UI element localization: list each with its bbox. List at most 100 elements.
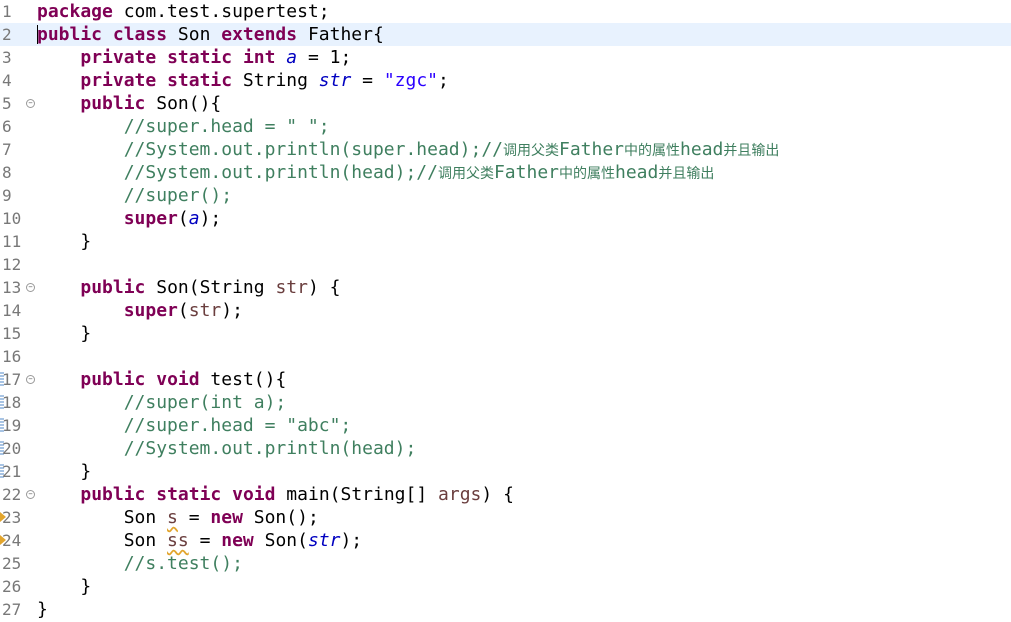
code-line[interactable]: 15 } — [0, 322, 1011, 345]
code-line[interactable]: 20 //System.out.println(head); — [0, 437, 1011, 460]
line-number: 6 — [2, 117, 12, 136]
code-content[interactable]: public class Son extends Father{ — [37, 23, 384, 46]
code-line[interactable]: 21 } — [0, 460, 1011, 483]
comment-text: //super.head = "abc"; — [37, 415, 352, 436]
code-line[interactable]: 1 package com.test.supertest; — [0, 0, 1011, 23]
code-content[interactable]: //super.head = " "; — [37, 115, 330, 138]
comment-text: //s.test(); — [37, 553, 243, 574]
code-line[interactable]: 13− public Son(String str) { — [0, 276, 1011, 299]
comment-text: 并且输出 — [658, 166, 715, 182]
keyword-token: static — [167, 70, 233, 91]
line-gutter: 12 — [0, 253, 34, 276]
code-content[interactable]: } — [37, 598, 48, 621]
fold-collapse-icon[interactable]: − — [26, 99, 35, 108]
code-content[interactable]: //System.out.println(super.head);//调用父类F… — [37, 138, 780, 163]
comment-text: //super(); — [37, 185, 233, 206]
code-content[interactable]: Son ss = new Son(str); — [37, 529, 362, 552]
keyword-token: static — [167, 47, 233, 68]
code-content[interactable]: } — [37, 322, 91, 345]
code-line[interactable]: 25 //s.test(); — [0, 552, 1011, 575]
code-text: } — [37, 461, 92, 482]
code-content[interactable]: //System.out.println(head); — [37, 437, 417, 460]
code-content[interactable]: public void test(){ — [37, 368, 286, 391]
comment-text: //super.head = " "; — [37, 116, 330, 137]
code-content[interactable]: //s.test(); — [37, 552, 243, 575]
code-line[interactable]: 4 private static String str = "zgc"; — [0, 69, 1011, 92]
line-number: 14 — [2, 301, 22, 320]
line-gutter: 7 — [0, 138, 34, 161]
local-variable: args — [438, 484, 482, 505]
keyword-token: package — [37, 1, 113, 22]
code-line[interactable]: 24 Son ss = new Son(str); — [0, 529, 1011, 552]
line-gutter: 26 — [0, 575, 34, 598]
code-content[interactable]: public Son(){ — [37, 92, 221, 115]
code-line[interactable]: 26 } — [0, 575, 1011, 598]
comment-text: 调用父类 — [503, 143, 559, 159]
fold-collapse-icon[interactable]: − — [26, 375, 35, 384]
code-text: Father{ — [297, 24, 384, 45]
code-line[interactable]: 27} — [0, 598, 1011, 621]
code-line[interactable]: 5− public Son(){ — [0, 92, 1011, 115]
fold-collapse-icon[interactable]: − — [26, 490, 35, 499]
code-editor[interactable]: 1 package com.test.supertest; 2 public clas… — [0, 0, 1011, 622]
code-content[interactable]: //System.out.println(head);//调用父类Father中… — [37, 161, 715, 186]
line-gutter: 8 — [0, 161, 34, 184]
line-gutter: 10 — [0, 207, 34, 230]
code-text: Son(){ — [145, 93, 222, 114]
code-line[interactable]: 23 Son s = new Son(); — [0, 506, 1011, 529]
code-line[interactable]: 8 //System.out.println(head);//调用父类Fathe… — [0, 161, 1011, 184]
line-number: 20 — [2, 439, 22, 458]
code-line[interactable]: 16 — [0, 345, 1011, 368]
keyword-token: public — [80, 484, 146, 505]
code-text: Son — [37, 530, 168, 551]
code-text: } — [37, 231, 92, 252]
code-content[interactable]: Son s = new Son(); — [37, 506, 319, 529]
comment-text: 中的属性 — [624, 143, 681, 159]
comment-text: 调用父类 — [437, 166, 494, 182]
fold-collapse-icon[interactable]: − — [26, 283, 35, 292]
code-line[interactable]: 11 } — [0, 230, 1011, 253]
code-line[interactable]: 7 //System.out.println(super.head);//调用父… — [0, 138, 1011, 161]
code-line[interactable]: 19 //super.head = "abc"; — [0, 414, 1011, 437]
unused-variable-warning: s — [167, 507, 178, 528]
code-content[interactable]: private static String str = "zgc"; — [37, 69, 449, 92]
line-number: 7 — [2, 140, 12, 159]
code-line[interactable]: 18 //super(int a); — [0, 391, 1011, 414]
code-text: Son — [37, 507, 168, 528]
code-content[interactable]: public static void main(String[] args) { — [37, 483, 514, 506]
line-gutter: 27 — [0, 598, 34, 621]
code-content[interactable]: //super(int a); — [37, 391, 287, 414]
code-line[interactable]: 3 private static int a = 1; — [0, 46, 1011, 69]
code-content[interactable]: public Son(String str) { — [37, 276, 340, 299]
code-content[interactable]: //super(); — [37, 184, 232, 207]
code-content[interactable]: } — [37, 575, 91, 598]
code-content[interactable]: } — [37, 460, 91, 483]
line-number: 4 — [2, 71, 12, 90]
code-content[interactable]: //super.head = "abc"; — [37, 414, 352, 437]
line-number: 8 — [2, 163, 12, 182]
code-content[interactable]: super(str); — [37, 299, 243, 322]
code-content[interactable]: super(a); — [37, 207, 222, 230]
code-line[interactable]: 10 super(a); — [0, 207, 1011, 230]
code-line[interactable]: 9 //super(); — [0, 184, 1011, 207]
code-line[interactable]: 2 public class Son extends Father{ — [0, 23, 1011, 46]
code-line[interactable]: 22− public static void main(String[] arg… — [0, 483, 1011, 506]
code-line[interactable]: 12 — [0, 253, 1011, 276]
code-content[interactable]: package com.test.supertest; — [37, 0, 330, 23]
line-gutter: 20 — [0, 437, 34, 460]
code-line[interactable]: 6 //super.head = " "; — [0, 115, 1011, 138]
code-line[interactable]: 14 super(str); — [0, 299, 1011, 322]
local-variable: str — [188, 300, 222, 321]
string-literal: "zgc" — [383, 70, 439, 91]
code-line[interactable]: 17− public void test(){ — [0, 368, 1011, 391]
line-gutter: 22− — [0, 483, 35, 506]
code-content[interactable]: private static int a = 1; — [37, 46, 351, 69]
code-content[interactable]: } — [37, 230, 91, 253]
